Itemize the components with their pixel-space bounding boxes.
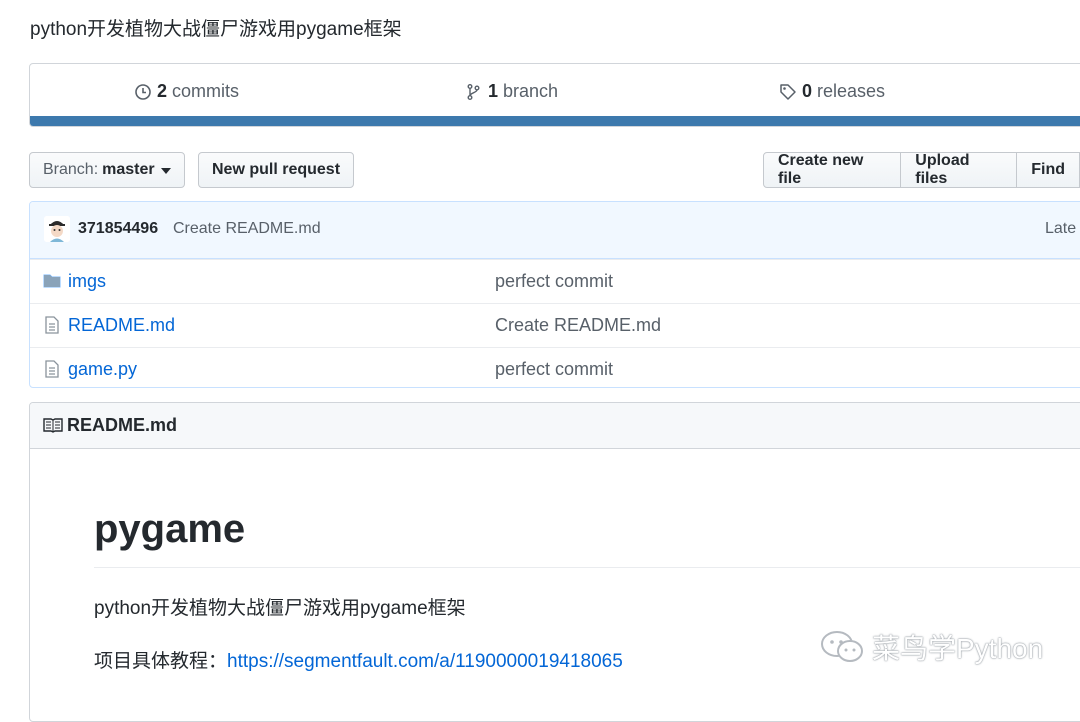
- file-name[interactable]: game.py: [68, 359, 137, 380]
- tag-icon: [780, 83, 796, 100]
- file-row: README.md Create README.md: [30, 303, 1080, 347]
- folder-icon: [43, 274, 61, 288]
- commits-label: commits: [172, 81, 240, 101]
- readme-title: pygame: [94, 507, 246, 551]
- commits-link[interactable]: 2 commits: [134, 81, 239, 102]
- latest-commit-label[interactable]: Late: [1045, 220, 1076, 238]
- tutorial-link[interactable]: https://segmentfault.com/a/1190000019418…: [227, 651, 623, 672]
- readme-paragraph: python开发植物大战僵尸游戏用pygame框架: [94, 598, 466, 619]
- file-commit-message[interactable]: Create README.md: [495, 315, 661, 336]
- file-commit-message[interactable]: perfect commit: [495, 359, 613, 380]
- divider: [94, 567, 1080, 568]
- book-icon: [43, 418, 63, 433]
- commits-count: 2: [157, 81, 168, 101]
- language-bar: [30, 116, 1080, 126]
- find-file-button[interactable]: Find: [1016, 152, 1080, 188]
- history-icon: [135, 83, 151, 100]
- branches-count: 1: [488, 81, 499, 101]
- readme-tutorial-line: 项目具体教程：https://segmentfault.com/a/119000…: [94, 646, 623, 673]
- file-icon: [45, 316, 59, 334]
- repo-summary: 2 commits 1 branch 0 releases: [29, 63, 1080, 127]
- releases-count: 0: [802, 81, 813, 101]
- branch-select-button[interactable]: Branch: master: [29, 152, 185, 188]
- file-row: imgs perfect commit: [30, 259, 1080, 303]
- new-pull-request-button[interactable]: New pull request: [198, 152, 355, 188]
- repo-description: python开发植物大战僵尸游戏用pygame框架: [30, 19, 402, 40]
- file-name[interactable]: imgs: [68, 271, 106, 292]
- branch-name: master: [102, 161, 155, 178]
- commit-author[interactable]: 371854496: [78, 220, 158, 238]
- upload-files-button[interactable]: Upload files: [900, 152, 1018, 188]
- watermark: 菜鸟学Python: [820, 627, 1043, 667]
- branch-icon: [467, 83, 480, 100]
- avatar[interactable]: [44, 216, 70, 242]
- file-row: game.py perfect commit: [30, 347, 1080, 387]
- file-navigation: 371854496 Create README.md Late imgs per…: [29, 201, 1080, 388]
- releases-label: releases: [817, 81, 886, 101]
- readme-panel: README.md pygame python开发植物大战僵尸游戏用pygame…: [29, 402, 1080, 722]
- wechat-icon: [821, 631, 863, 662]
- watermark-text: 菜鸟学Python: [872, 633, 1044, 664]
- branches-link[interactable]: 1 branch: [465, 81, 558, 102]
- file-icon: [45, 360, 59, 378]
- file-commit-message[interactable]: perfect commit: [495, 271, 613, 292]
- create-new-file-button[interactable]: Create new file: [763, 152, 902, 188]
- commit-message[interactable]: Create README.md: [173, 220, 321, 238]
- file-actions-group: Create new file Upload files Find: [763, 152, 1080, 188]
- tutorial-label: 项目具体教程：: [94, 651, 228, 672]
- branch-prefix: Branch:: [43, 161, 99, 178]
- file-name[interactable]: README.md: [68, 315, 175, 336]
- readme-header: README.md: [30, 403, 1080, 449]
- releases-link[interactable]: 0 releases: [779, 81, 885, 102]
- avatar-image-icon: [44, 216, 70, 242]
- caret-down-icon: [160, 168, 171, 174]
- branches-label: branch: [503, 81, 559, 101]
- readme-header-title: README.md: [67, 415, 178, 435]
- latest-commit-bar: 371854496 Create README.md Late: [30, 202, 1080, 259]
